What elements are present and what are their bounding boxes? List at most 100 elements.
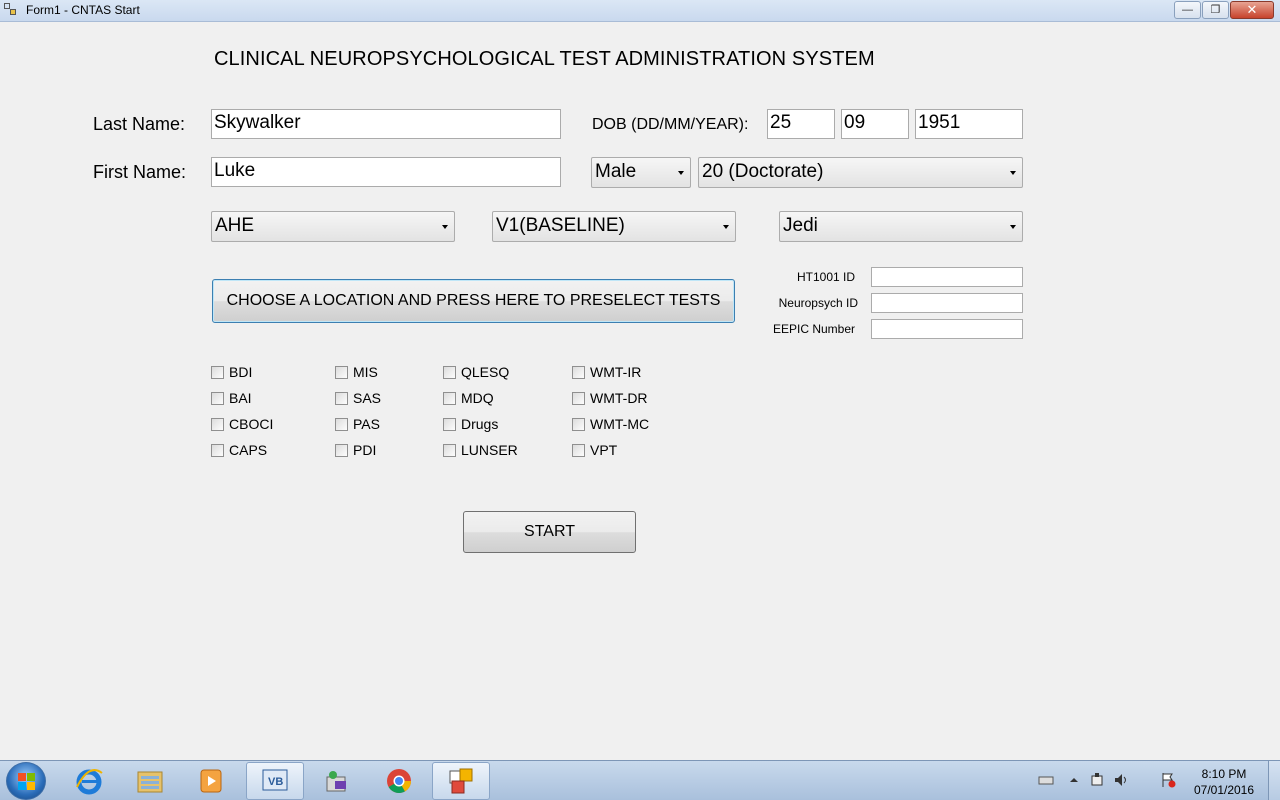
test-checkbox-bdi[interactable]: BDI — [211, 364, 252, 380]
last-name-label: Last Name: — [93, 114, 186, 134]
test-checkbox-lunser[interactable]: LUNSER — [443, 442, 518, 458]
test-checkbox-caps[interactable]: CAPS — [211, 442, 267, 458]
checkbox-box[interactable] — [211, 443, 224, 457]
checkbox-box[interactable] — [211, 417, 224, 431]
checkbox-box[interactable] — [572, 365, 585, 379]
action-center-flag-icon[interactable] — [1160, 772, 1176, 788]
checkbox-box[interactable] — [443, 443, 456, 457]
test-checkbox-mdq[interactable]: MDQ — [443, 390, 494, 406]
gender-select[interactable]: Male — [591, 157, 691, 188]
checkbox-box[interactable] — [335, 417, 348, 431]
chevron-down-icon — [723, 225, 729, 229]
clock-time: 8:10 PM — [1201, 767, 1247, 781]
taskbar-media-player[interactable] — [182, 762, 240, 800]
visit-value: V1(BASELINE) — [496, 215, 625, 236]
form-app-icon — [449, 768, 473, 794]
test-label: VPT — [590, 442, 618, 458]
chevron-down-icon — [1010, 225, 1016, 229]
checkbox-box[interactable] — [443, 365, 456, 379]
chevron-down-icon — [678, 171, 684, 175]
taskbar-windows-explorer[interactable] — [121, 762, 179, 800]
checkbox-box[interactable] — [572, 443, 585, 457]
taskbar-form-app[interactable] — [432, 762, 490, 800]
chevron-down-icon — [1010, 171, 1016, 175]
media-player-icon — [200, 769, 222, 793]
window-title-bar[interactable]: Form1 - CNTAS Start — ❐ ✕ — [0, 0, 1280, 22]
dob-day-input[interactable]: 25 — [767, 109, 835, 139]
first-name-input[interactable]: Luke — [211, 157, 561, 187]
show-desktop-button[interactable] — [1268, 761, 1280, 800]
test-label: PDI — [353, 442, 377, 458]
start-button[interactable]: START — [463, 511, 636, 553]
close-button[interactable]: ✕ — [1230, 1, 1274, 19]
ht1001-label: HT1001 ID — [796, 270, 855, 284]
test-checkbox-wmt-mc[interactable]: WMT-MC — [572, 416, 649, 432]
clock-date: 07/01/2016 — [1193, 783, 1255, 797]
power-icon[interactable] — [1089, 772, 1105, 788]
taskbar-installer[interactable] — [307, 762, 365, 800]
keyboard-icon[interactable] — [1038, 772, 1054, 788]
checkbox-box[interactable] — [335, 443, 348, 457]
test-checkbox-pdi[interactable]: PDI — [335, 442, 376, 458]
system-clock[interactable]: 8:10 PM 07/01/2016 — [1184, 766, 1264, 798]
neuropsych-id-input[interactable] — [871, 293, 1023, 313]
show-hidden-icons-icon[interactable] — [1066, 772, 1082, 788]
dob-label: DOB (DD/MM/YEAR): — [592, 116, 749, 133]
test-checkbox-drugs[interactable]: Drugs — [443, 416, 498, 432]
installer-icon — [326, 771, 346, 792]
volume-icon[interactable] — [1113, 772, 1129, 788]
checkbox-box[interactable] — [443, 391, 456, 405]
group-select[interactable]: Jedi — [779, 211, 1023, 242]
location-select[interactable]: AHE — [211, 211, 455, 242]
test-checkbox-cboci[interactable]: CBOCI — [211, 416, 273, 432]
minimize-button[interactable]: — — [1174, 1, 1201, 19]
test-label: SAS — [353, 390, 382, 406]
dob-year-input[interactable]: 1951 — [915, 109, 1023, 139]
preselect-tests-button[interactable]: CHOOSE A LOCATION AND PRESS HERE TO PRES… — [212, 279, 735, 323]
test-checkbox-bai[interactable]: BAI — [211, 390, 252, 406]
taskbar: VB — [0, 760, 1280, 800]
restore-icon: ❐ — [1210, 4, 1221, 16]
test-checkbox-sas[interactable]: SAS — [335, 390, 381, 406]
window-title: Form1 - CNTAS Start — [26, 3, 140, 17]
checkbox-box[interactable] — [211, 365, 224, 379]
visit-select[interactable]: V1(BASELINE) — [492, 211, 736, 242]
restore-button[interactable]: ❐ — [1202, 1, 1229, 19]
test-label: QLESQ — [461, 364, 510, 380]
checkbox-box[interactable] — [211, 391, 224, 405]
checkbox-box[interactable] — [335, 391, 348, 405]
chrome-icon — [387, 769, 411, 794]
eepic-number-input[interactable] — [871, 319, 1023, 339]
test-checkbox-wmt-dr[interactable]: WMT-DR — [572, 390, 648, 406]
internet-explorer-icon — [76, 769, 103, 795]
test-checkbox-mis[interactable]: MIS — [335, 364, 378, 380]
taskbar-internet-explorer[interactable] — [60, 762, 118, 800]
test-checkbox-qlesq[interactable]: QLESQ — [443, 364, 509, 380]
location-value: AHE — [215, 215, 255, 236]
test-label: LUNSER — [461, 442, 518, 458]
folder-icon — [137, 771, 163, 793]
test-label: CBOCI — [229, 416, 274, 432]
test-label: WMT-IR — [590, 364, 642, 380]
start-button-orb[interactable] — [6, 762, 46, 800]
eepic-number-label: EEPIC Number — [772, 322, 855, 336]
test-checkbox-pas[interactable]: PAS — [335, 416, 380, 432]
checkbox-box[interactable] — [572, 391, 585, 405]
test-checkbox-vpt[interactable]: VPT — [572, 442, 617, 458]
checkbox-box[interactable] — [335, 365, 348, 379]
app-window-icon[interactable] — [4, 3, 18, 17]
first-name-label: First Name: — [93, 162, 187, 182]
checkbox-box[interactable] — [443, 417, 456, 431]
visual-basic-icon: VB — [262, 769, 288, 791]
education-select[interactable]: 20 (Doctorate) — [698, 157, 1023, 188]
checkbox-box[interactable] — [572, 417, 585, 431]
svg-text:VB: VB — [268, 776, 283, 788]
dob-month-input[interactable]: 09 — [841, 109, 909, 139]
test-checkbox-wmt-ir[interactable]: WMT-IR — [572, 364, 641, 380]
education-value: 20 (Doctorate) — [702, 161, 824, 182]
last-name-input[interactable]: Skywalker — [211, 109, 561, 139]
ht1001-input[interactable] — [871, 267, 1023, 287]
taskbar-visual-basic[interactable]: VB — [246, 762, 304, 800]
neuropsych-id-label: Neuropsych ID — [778, 296, 858, 310]
taskbar-chrome[interactable] — [370, 762, 428, 800]
